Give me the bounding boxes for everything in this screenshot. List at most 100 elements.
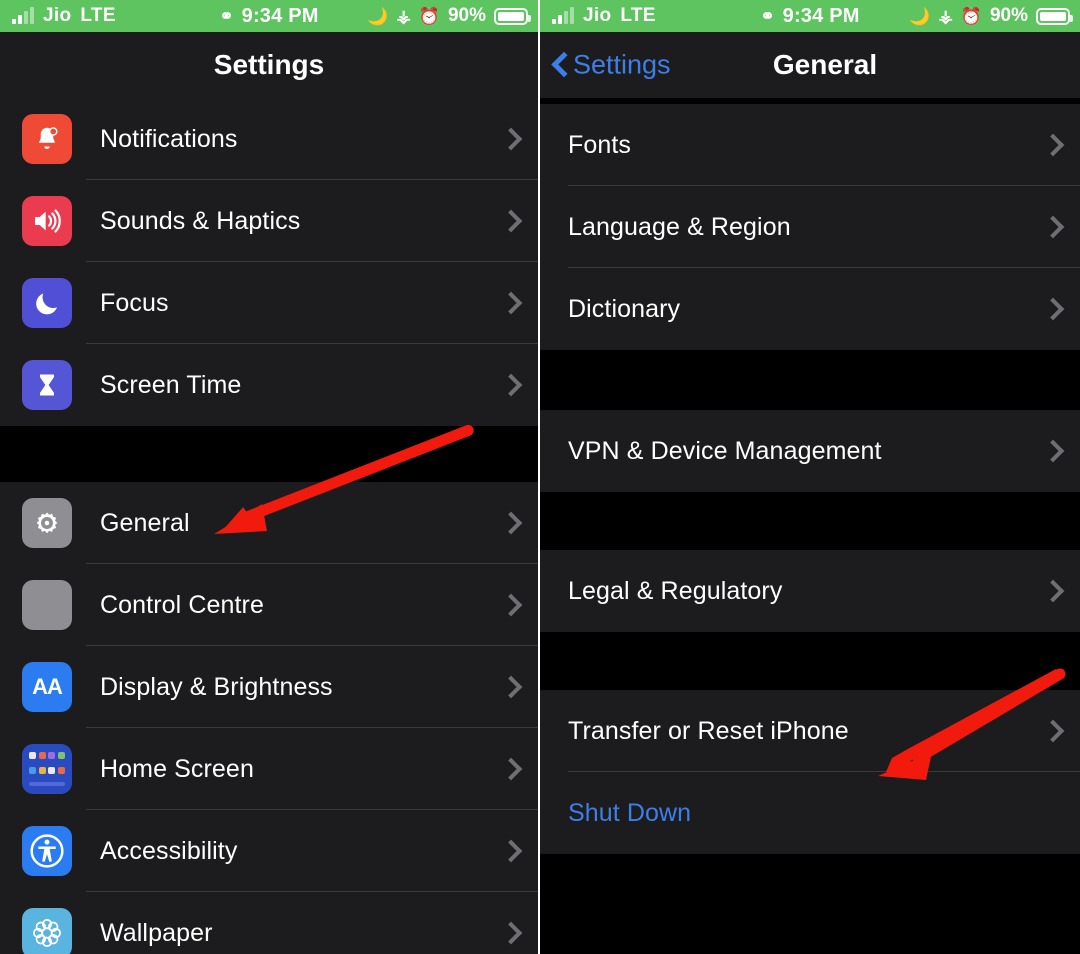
bell-icon [22, 114, 72, 164]
group-gap [540, 350, 1080, 410]
status-right-group: 🌙 ⚶ ⏰ 90% [909, 5, 1080, 27]
list-item-label: Transfer or Reset iPhone [568, 716, 849, 745]
list-item-screen-time[interactable]: Screen Time [0, 344, 538, 426]
list-item-shut-down[interactable]: Shut Down [540, 772, 1080, 854]
clock-label: 9:34 PM [241, 4, 319, 27]
page-title: General [772, 49, 878, 80]
group-gap [540, 632, 1080, 690]
chevron-right-icon [1051, 216, 1064, 238]
list-item-label: Wallpaper [100, 918, 213, 947]
chevron-right-icon [509, 292, 522, 314]
list-item-fonts[interactable]: Fonts [540, 104, 1080, 186]
chevron-right-icon [1051, 580, 1064, 602]
page-title: Settings [213, 49, 325, 80]
chevron-right-icon [509, 676, 522, 698]
carrier-label: Jio [583, 5, 612, 26]
list-item-label: Shut Down [568, 798, 692, 827]
chevron-right-icon [509, 210, 522, 232]
chevron-right-icon [509, 594, 522, 616]
rotation-lock-icon: ⚶ [938, 6, 953, 26]
carrier-label: Jio [43, 5, 72, 26]
list-item-transfer-or-reset-iphone[interactable]: Transfer or Reset iPhone [540, 690, 1080, 772]
battery-percent-label: 90% [447, 5, 486, 26]
battery-percent-label: 90% [989, 5, 1028, 26]
group-gap [0, 426, 538, 482]
battery-icon [1036, 7, 1073, 25]
list-item-label: Accessibility [100, 836, 238, 865]
back-button-label: Settings [573, 49, 671, 80]
aa-icon: AA [22, 662, 72, 712]
chevron-right-icon [1051, 298, 1064, 320]
chevron-right-icon [1051, 720, 1064, 742]
signal-bars-icon [552, 7, 574, 24]
network-type-label: LTE [80, 5, 116, 26]
list-item-general[interactable]: General [0, 482, 538, 564]
group-gap [540, 492, 1080, 550]
alarm-clock-icon: ⏰ [960, 6, 982, 26]
list-item-label: General [100, 508, 190, 537]
list-item-label: Focus [100, 288, 169, 317]
general-list[interactable]: Fonts Language & Region Dictionary VPN &… [540, 98, 1080, 924]
status-center-group: ⚭ 9:34 PM [760, 5, 859, 28]
list-item-label: Language & Region [568, 212, 791, 241]
chevron-right-icon [509, 758, 522, 780]
status-left-group: Jio LTE [540, 5, 656, 27]
chevron-right-icon [1051, 134, 1064, 156]
link-icon: ⚭ [219, 6, 234, 26]
flower-icon [22, 908, 72, 954]
toggles-icon [22, 580, 72, 630]
list-item-label: Control Centre [100, 590, 264, 619]
list-item-label: Legal & Regulatory [568, 576, 783, 605]
list-item-accessibility[interactable]: Accessibility [0, 810, 538, 892]
list-item-dictionary[interactable]: Dictionary [540, 268, 1080, 350]
alarm-clock-icon: ⏰ [418, 6, 440, 26]
list-item-display-brightness[interactable]: AA Display & Brightness [0, 646, 538, 728]
list-item-control-centre[interactable]: Control Centre [0, 564, 538, 646]
moon-icon [22, 278, 72, 328]
network-type-label: LTE [620, 5, 656, 26]
list-item-label: Screen Time [100, 370, 242, 399]
moon-icon: 🌙 [909, 6, 931, 26]
moon-icon: 🌙 [367, 6, 389, 26]
chevron-left-icon [552, 52, 567, 78]
status-bar-right: Jio LTE ⚭ 9:34 PM 🌙 ⚶ ⏰ 90% [540, 0, 1080, 32]
list-item-notifications[interactable]: Notifications [0, 98, 538, 180]
chevron-right-icon [509, 840, 522, 862]
back-button[interactable]: Settings [552, 50, 671, 81]
nav-bar-general: Settings General [540, 32, 1080, 98]
chevron-right-icon [509, 512, 522, 534]
list-item-legal-regulatory[interactable]: Legal & Regulatory [540, 550, 1080, 632]
list-item-sounds-haptics[interactable]: Sounds & Haptics [0, 180, 538, 262]
status-bar-left: Jio LTE ⚭ 9:34 PM 🌙 ⚶ ⏰ 90% [0, 0, 538, 32]
list-item-label: VPN & Device Management [568, 436, 882, 465]
bottom-gap [540, 854, 1080, 924]
settings-list[interactable]: Notifications Sounds & Haptics Focus Scr… [0, 98, 538, 954]
gear-icon [22, 498, 72, 548]
hourglass-icon [22, 360, 72, 410]
link-icon: ⚭ [760, 6, 775, 26]
right-phone-screen: Jio LTE ⚭ 9:34 PM 🌙 ⚶ ⏰ 90% Settings Gen… [540, 0, 1080, 954]
dual-screenshot: Jio LTE ⚭ 9:34 PM 🌙 ⚶ ⏰ 90% Settings Not… [0, 0, 1080, 954]
battery-icon [494, 7, 531, 25]
status-center-group: ⚭ 9:34 PM [219, 5, 318, 28]
chevron-right-icon [1051, 440, 1064, 462]
list-item-focus[interactable]: Focus [0, 262, 538, 344]
list-item-label: Fonts [568, 130, 632, 159]
chevron-right-icon [509, 922, 522, 944]
list-item-label: Notifications [100, 124, 238, 153]
list-item-label: Dictionary [568, 294, 681, 323]
list-item-home-screen[interactable]: Home Screen [0, 728, 538, 810]
app-grid-icon [22, 744, 72, 794]
speaker-icon [22, 196, 72, 246]
list-item-wallpaper[interactable]: Wallpaper [0, 892, 538, 954]
list-item-vpn-device-management[interactable]: VPN & Device Management [540, 410, 1080, 492]
nav-bar-settings: Settings [0, 32, 538, 98]
accessibility-person-icon [22, 826, 72, 876]
signal-bars-icon [12, 7, 34, 24]
clock-label: 9:34 PM [782, 4, 860, 27]
list-item-language-region[interactable]: Language & Region [540, 186, 1080, 268]
rotation-lock-icon: ⚶ [396, 6, 411, 26]
chevron-right-icon [509, 128, 522, 150]
list-item-label: Home Screen [100, 754, 254, 783]
status-right-group: 🌙 ⚶ ⏰ 90% [367, 5, 538, 27]
